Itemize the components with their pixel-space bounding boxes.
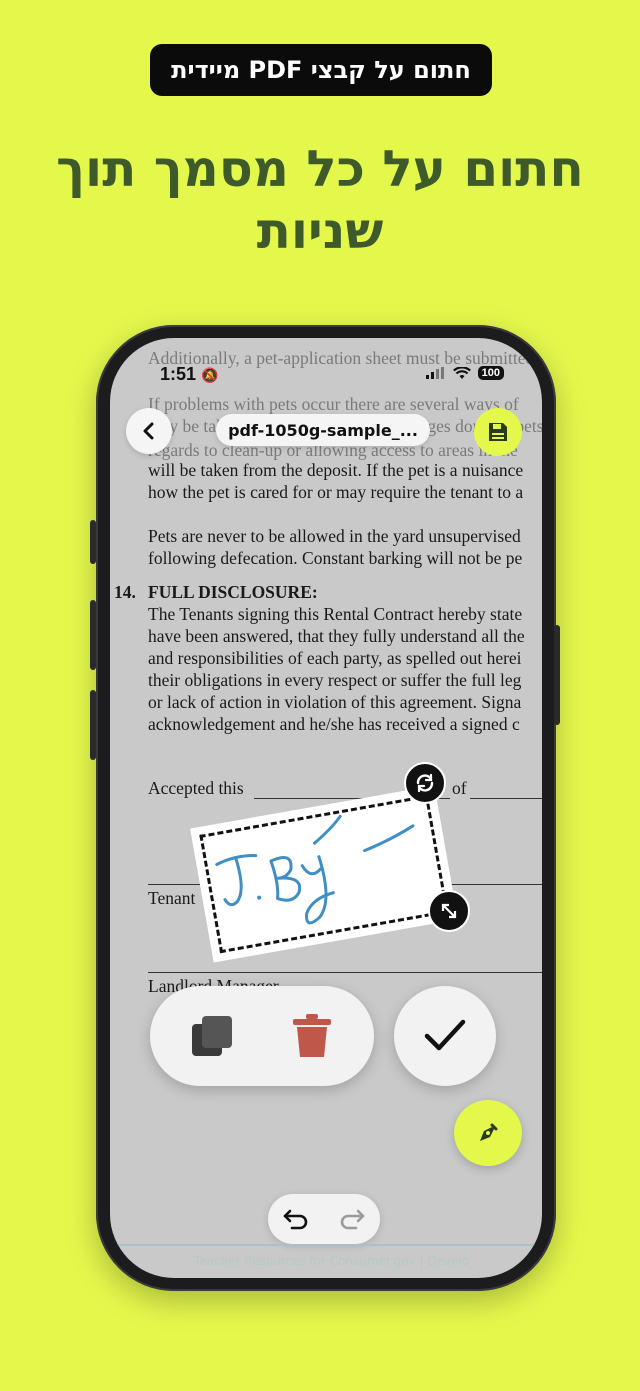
doc-line: have been answered, that they fully unde… (148, 626, 525, 646)
file-name-pill[interactable]: pdf-1050g-sample_... (216, 414, 430, 446)
chevron-left-icon (143, 422, 154, 440)
of-label: of (452, 778, 467, 798)
section-number: 14. (114, 582, 136, 602)
phone-screen: Additionally, a pet-application sheet mu… (110, 338, 542, 1278)
floppy-disk-icon (489, 423, 507, 441)
doc-line: Pets are never to be allowed in the yard… (148, 526, 521, 546)
status-time: 1:51 🔕 (160, 364, 218, 385)
accepted-label: Accepted this (148, 778, 244, 798)
promo-headline: חתום על כל מסמך תוך שניות (20, 138, 620, 262)
landlord-signature-line (148, 972, 542, 973)
headline-line-2: שניות (256, 202, 384, 260)
document-footer: Teacher Resources for Consumer.gov | Dev… (194, 1254, 470, 1268)
signature-actions-pill (150, 986, 374, 1086)
delete-button[interactable] (288, 1012, 336, 1060)
footer-divider (110, 1244, 542, 1246)
promo-badge: חתום על קבצי PDF מיידית (150, 44, 492, 96)
phone-volume-down (90, 690, 96, 760)
checkmark-icon (424, 1019, 466, 1051)
undo-icon[interactable] (282, 1207, 310, 1231)
headline-line-1: חתום על כל מסמך תוך (56, 140, 584, 198)
phone-silent-switch (90, 520, 96, 564)
cellular-signal-icon (425, 367, 444, 379)
doc-line: will be taken from the deposit. If the p… (148, 460, 524, 480)
doc-line: The Tenants signing this Rental Contract… (148, 604, 523, 624)
resize-handle[interactable] (428, 890, 470, 932)
doc-line: acknowledgement and he/she has received … (148, 714, 520, 734)
status-bar: 1:51 🔕 100 (110, 338, 542, 398)
resize-icon (441, 903, 457, 919)
rotate-icon (416, 773, 434, 793)
battery-indicator: 100 (477, 366, 504, 380)
section-title: FULL DISCLOSURE: (148, 582, 318, 602)
copy-icon (192, 1016, 232, 1056)
doc-line: how the pet is cared for or may require … (148, 482, 524, 502)
tenant-label: Tenant (148, 888, 196, 908)
redo-icon[interactable] (338, 1207, 366, 1231)
duplicate-button[interactable] (188, 1012, 236, 1060)
phone-power-button (554, 625, 560, 725)
doc-line: or lack of action in violation of this a… (148, 692, 522, 712)
back-button[interactable] (126, 408, 172, 454)
trash-icon (293, 1014, 331, 1057)
phone-volume-up (90, 600, 96, 670)
doc-line: following defecation. Constant barking w… (148, 548, 523, 568)
save-button[interactable] (474, 408, 522, 456)
month-underline (470, 798, 542, 799)
pen-tool-button[interactable] (454, 1100, 522, 1166)
bell-muted-icon: 🔕 (201, 367, 219, 383)
doc-line: and responsibilities of each party, as s… (148, 648, 522, 668)
wifi-icon (452, 366, 471, 379)
time-text: 1:51 (160, 364, 197, 384)
confirm-button[interactable] (394, 986, 496, 1086)
status-icons: 100 (425, 366, 504, 380)
pen-nib-icon (480, 1123, 498, 1141)
doc-line: their obligations in every respect or su… (148, 670, 522, 690)
undo-redo-pill (268, 1194, 380, 1244)
rotate-handle[interactable] (404, 762, 446, 804)
